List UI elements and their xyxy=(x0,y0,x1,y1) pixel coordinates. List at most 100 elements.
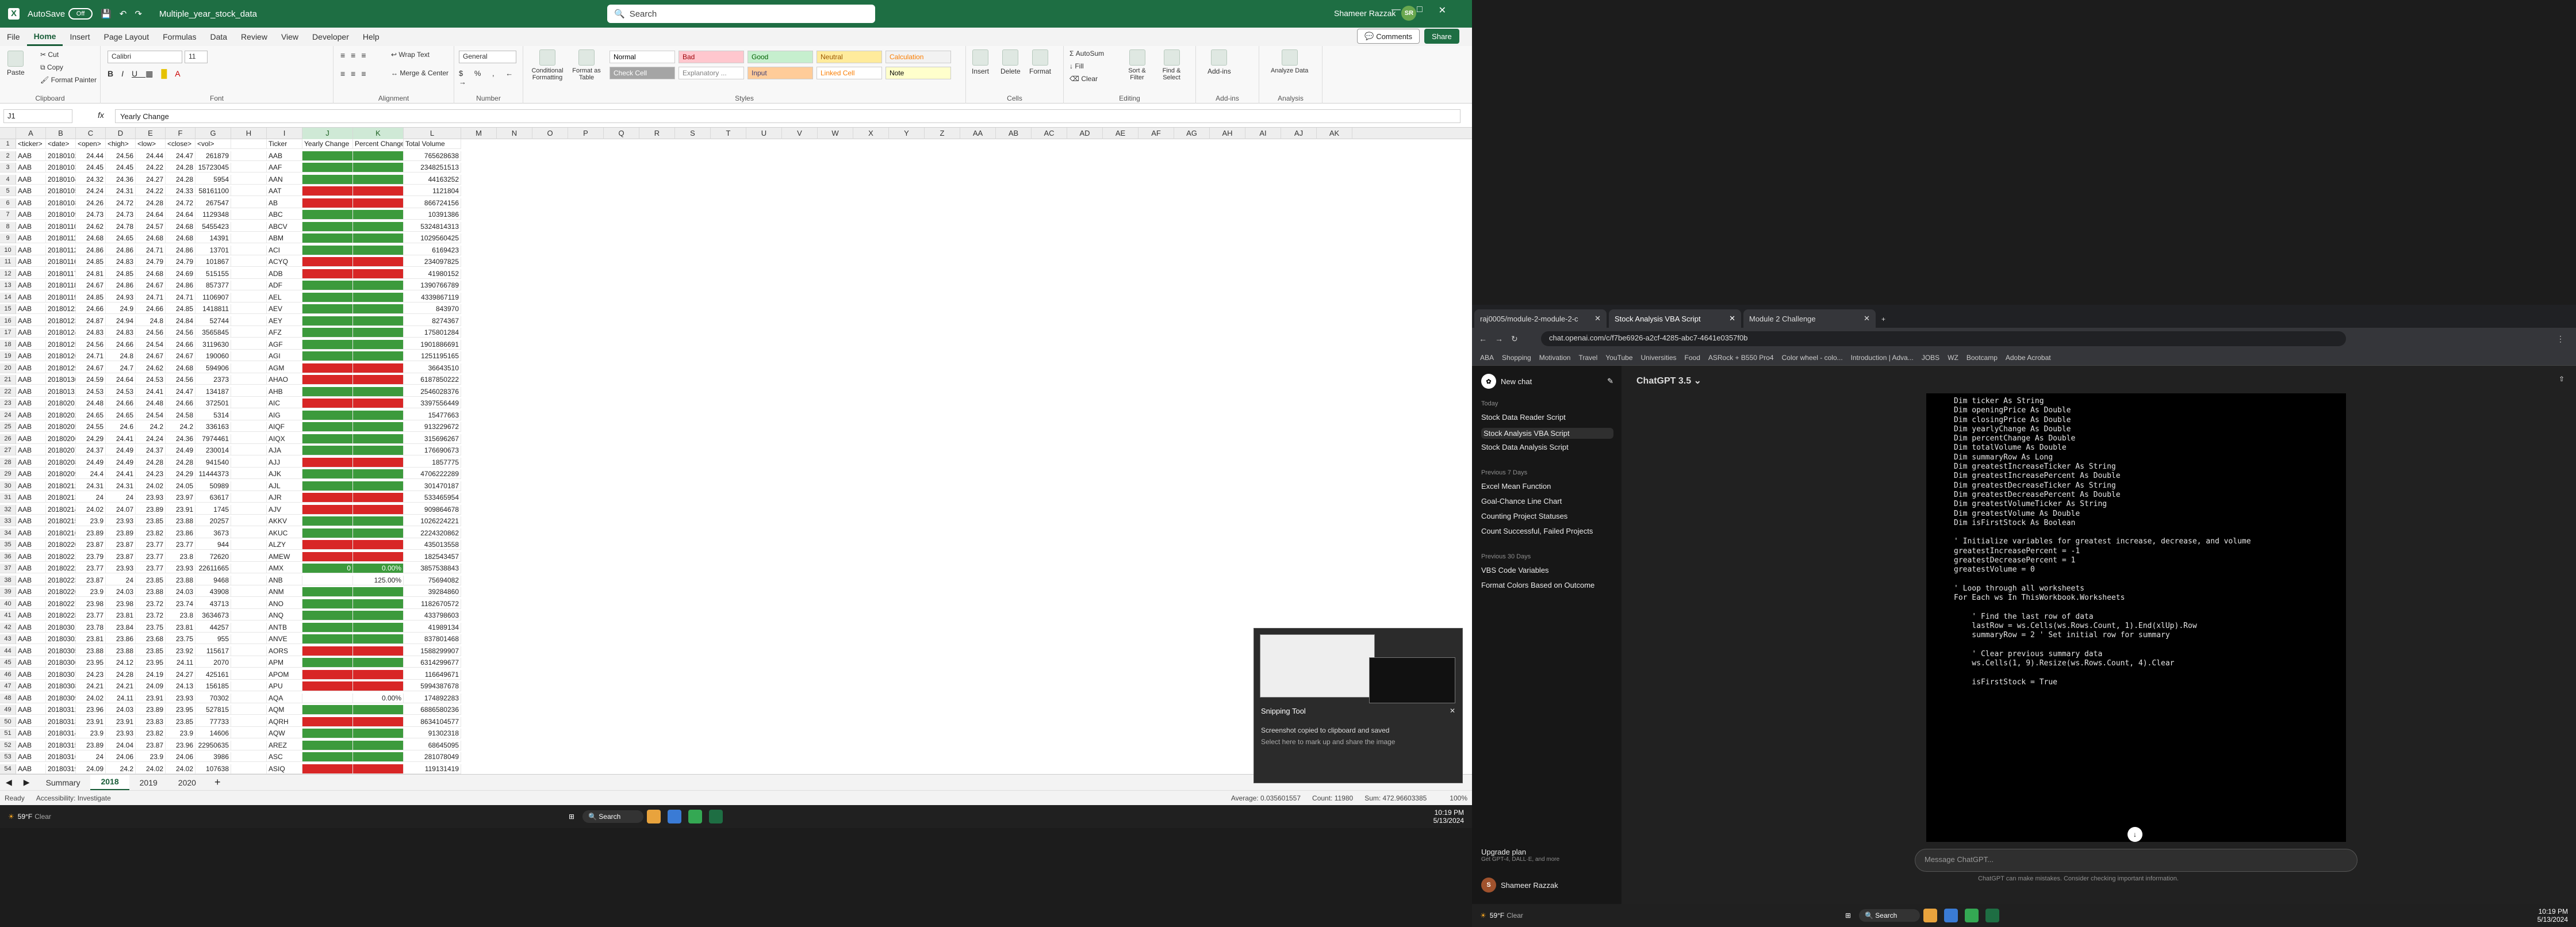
column-header-L[interactable]: L xyxy=(404,128,461,139)
cell[interactable]: AAB xyxy=(16,281,46,290)
cell[interactable] xyxy=(302,516,353,526)
cell[interactable]: 24.2 xyxy=(166,422,195,432)
cell[interactable]: 24.28 xyxy=(136,198,166,208)
cell[interactable] xyxy=(302,210,353,220)
cell[interactable] xyxy=(353,481,404,491)
copy-button[interactable]: ⧉ Copy xyxy=(40,63,63,72)
cell[interactable]: ACI xyxy=(267,245,302,255)
cell[interactable]: 24.29 xyxy=(166,469,195,479)
cell[interactable]: ABC xyxy=(267,210,302,220)
menu-tab-view[interactable]: View xyxy=(274,28,305,46)
cell[interactable]: 24.65 xyxy=(106,410,136,420)
cell[interactable]: 2348251513 xyxy=(404,163,461,173)
cell[interactable]: 52744 xyxy=(195,316,231,326)
cell[interactable]: 23.93 xyxy=(106,729,136,738)
menu-tab-developer[interactable]: Developer xyxy=(305,28,356,46)
column-header-F[interactable]: F xyxy=(166,128,195,139)
cell[interactable] xyxy=(231,375,267,385)
cell[interactable]: 24.7 xyxy=(106,363,136,373)
cell[interactable]: AAB xyxy=(16,328,46,338)
cell[interactable]: 39284860 xyxy=(404,587,461,597)
cell[interactable]: 1106907 xyxy=(195,292,231,302)
cell[interactable]: 20180301 xyxy=(46,622,76,633)
cell[interactable]: 23.91 xyxy=(76,717,106,727)
browser-tab[interactable]: raj0005/module-2-module-2-c ✕ xyxy=(1474,309,1607,328)
cell[interactable]: 24.87 xyxy=(76,316,106,326)
cell[interactable]: 24.67 xyxy=(76,281,106,290)
cell[interactable]: <high> xyxy=(106,139,136,149)
cell[interactable]: 24.78 xyxy=(106,221,136,232)
cell-style-check-cell[interactable]: Check Cell xyxy=(610,67,675,79)
cell[interactable]: 433798603 xyxy=(404,611,461,620)
cell[interactable] xyxy=(302,422,353,432)
cell[interactable] xyxy=(353,174,404,185)
cell[interactable]: 0 xyxy=(302,564,353,573)
cell[interactable]: AJJ xyxy=(267,457,302,468)
cell[interactable] xyxy=(302,504,353,515)
cell[interactable]: 20180124 xyxy=(46,328,76,338)
cell[interactable] xyxy=(302,599,353,609)
cell[interactable]: 24.68 xyxy=(136,233,166,243)
cell[interactable]: 24.66 xyxy=(136,304,166,314)
cell[interactable]: 23.88 xyxy=(106,646,136,656)
sheet-tab-summary[interactable]: Summary xyxy=(36,775,91,791)
cell[interactable]: 23.75 xyxy=(166,634,195,644)
cell[interactable] xyxy=(353,681,404,691)
cell[interactable] xyxy=(302,575,353,585)
cell[interactable]: 6314299677 xyxy=(404,658,461,668)
cell[interactable] xyxy=(302,351,353,361)
row-number[interactable]: 34 xyxy=(0,528,16,538)
cell[interactable]: 20180220 xyxy=(46,540,76,550)
cell[interactable] xyxy=(231,717,267,727)
cell[interactable] xyxy=(302,446,353,455)
cell[interactable]: 22611665 xyxy=(195,564,231,573)
upgrade-plan[interactable]: Upgrade plan Get GPT-4, DALL·E, and more xyxy=(1481,848,1613,863)
cell[interactable]: 267547 xyxy=(195,198,231,208)
cell[interactable] xyxy=(231,410,267,420)
cell[interactable]: 24.62 xyxy=(136,363,166,373)
cell-style-normal[interactable]: Normal xyxy=(610,51,675,63)
column-header-V[interactable]: V xyxy=(782,128,818,139)
cell[interactable]: 24.8 xyxy=(106,351,136,361)
cell[interactable]: 24.67 xyxy=(166,351,195,361)
cell[interactable]: 20180103 xyxy=(46,163,76,173)
cell[interactable]: 0.00% xyxy=(353,564,404,573)
bookmark-item[interactable]: JOBS xyxy=(1922,354,1939,362)
column-header-Z[interactable]: Z xyxy=(925,128,960,139)
italic-icon[interactable]: I xyxy=(121,69,132,78)
cell[interactable]: 941540 xyxy=(195,457,231,468)
cell[interactable]: 24.56 xyxy=(106,151,136,161)
cell[interactable]: 23.88 xyxy=(166,516,195,526)
close-icon[interactable]: ✕ xyxy=(1439,5,1446,16)
name-box[interactable]: J1 xyxy=(3,109,72,123)
cell[interactable]: 20180104 xyxy=(46,174,76,185)
cell[interactable]: 70302 xyxy=(195,693,231,703)
cell[interactable]: Ticker xyxy=(267,139,302,149)
cell[interactable] xyxy=(231,351,267,361)
cell[interactable]: 23.84 xyxy=(106,622,136,633)
cell[interactable]: AAB xyxy=(16,304,46,314)
cell[interactable]: 24.73 xyxy=(76,210,106,220)
cell[interactable]: 234097825 xyxy=(404,257,461,267)
cell[interactable] xyxy=(353,351,404,361)
cell[interactable]: 23.89 xyxy=(136,504,166,515)
row-number[interactable]: 22 xyxy=(0,386,16,397)
cell[interactable]: 24.49 xyxy=(106,457,136,468)
cell[interactable] xyxy=(231,469,267,479)
column-header-I[interactable]: I xyxy=(267,128,302,139)
cell-style-input[interactable]: Input xyxy=(747,67,813,79)
cell[interactable]: 20180305 xyxy=(46,646,76,656)
address-bar[interactable]: chat.openai.com/c/f7be6926-a2cf-4285-abc… xyxy=(1541,331,2346,346)
column-header-AA[interactable]: AA xyxy=(960,128,996,139)
cell[interactable]: 24.9 xyxy=(106,304,136,314)
row-number[interactable]: 40 xyxy=(0,599,16,609)
cell[interactable]: 5455423 xyxy=(195,221,231,232)
bookmark-item[interactable]: Introduction | Adva... xyxy=(1851,354,1914,362)
sheet-tab-2020[interactable]: 2020 xyxy=(168,775,206,791)
column-header-E[interactable]: E xyxy=(136,128,166,139)
cell[interactable]: AAB xyxy=(267,151,302,161)
cell[interactable]: 20180207 xyxy=(46,446,76,455)
cell[interactable]: 23.89 xyxy=(106,528,136,538)
cell[interactable] xyxy=(302,705,353,715)
cell[interactable] xyxy=(353,504,404,515)
